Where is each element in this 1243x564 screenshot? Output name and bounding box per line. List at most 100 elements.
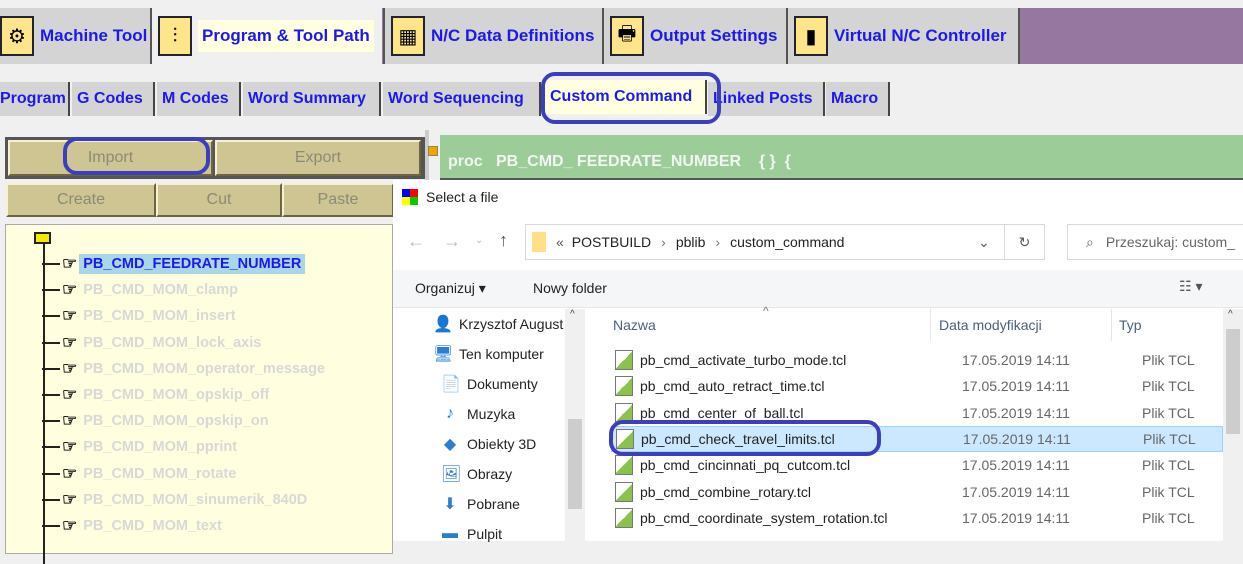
tree-item[interactable]: ☞ PB_CMD_MOM_sinumerik_840D: [42, 489, 307, 511]
sort-indicator: ^: [763, 304, 769, 318]
nav-item[interactable]: 📄 Dokumenty: [441, 371, 538, 397]
tree-item-label: PB_CMD_MOM_clamp: [83, 282, 238, 299]
file-row[interactable]: pb_cmd_auto_retract_time.tcl 17.05.2019 1…: [611, 373, 1223, 399]
nav-item[interactable]: ⬇ Pobrane: [441, 491, 520, 517]
cut-button[interactable]: Cut: [156, 183, 282, 217]
subtab-word-sequencing[interactable]: Word Sequencing: [383, 82, 541, 116]
tree-item[interactable]: ☞ PB_CMD_MOM_lock_axis: [42, 332, 261, 354]
recent-dropdown[interactable]: ⌄: [475, 235, 483, 246]
annotation-custom-command: [541, 72, 721, 124]
file-row[interactable]: pb_cmd_coordinate_system_rotation.tcl 17.…: [611, 505, 1223, 531]
file-scrollbar[interactable]: ^: [1223, 309, 1243, 541]
new-folder-button[interactable]: Nowy folder: [533, 280, 607, 296]
column-name[interactable]: Nazwa: [613, 317, 656, 333]
tree-item-label: PB_CMD_MOM_opskip_on: [83, 413, 269, 430]
nav-item[interactable]: ◆ Obiekty 3D: [441, 431, 536, 457]
nav-scrollbar[interactable]: ^: [565, 309, 585, 541]
3d-objects-icon: ◆: [443, 436, 457, 453]
subtab-g-codes[interactable]: G Codes: [72, 82, 155, 116]
tcl-file-icon: [615, 376, 633, 397]
tree-item[interactable]: ☞ PB_CMD_MOM_opskip_off: [42, 384, 269, 406]
subtab-macro[interactable]: Macro: [826, 82, 890, 116]
tab-machine-tool[interactable]: ⚙ Machine Tool: [0, 8, 152, 64]
pointing-hand-icon: ☞: [62, 306, 78, 326]
nc-data-icon: ▦: [391, 16, 425, 56]
tab-nc-data-definitions[interactable]: ▦ N/C Data Definitions: [383, 8, 604, 64]
up-button[interactable]: ↑: [499, 230, 508, 251]
tree-item[interactable]: ☞ PB_CMD_MOM_operator_message: [42, 358, 325, 380]
export-button[interactable]: Export: [215, 140, 421, 176]
column-type[interactable]: Typ: [1119, 317, 1142, 333]
nav-item[interactable]: 🖥 Ten komputer: [433, 341, 544, 367]
tree-item-label: PB_CMD_MOM_text: [83, 518, 222, 534]
tree-connector: [42, 472, 60, 475]
tree-connector: [42, 315, 60, 318]
paste-button[interactable]: Paste: [282, 183, 394, 217]
search-input[interactable]: ⌕ Przeszukaj: custom_: [1067, 224, 1243, 260]
nav-item[interactable]: 👤 Krzysztof August: [433, 311, 563, 337]
path-postbuild[interactable]: POSTBUILD: [572, 234, 651, 250]
annotation-import: [63, 137, 210, 175]
tree-connector: [42, 498, 60, 501]
virtual-controller-icon: ▮: [794, 16, 828, 56]
pointing-hand-icon: ☞: [62, 332, 78, 352]
tree-connector: [42, 446, 60, 449]
chevron-down-icon[interactable]: ⌄: [978, 234, 990, 251]
dialog-title: Select a file: [426, 189, 499, 205]
tree-item[interactable]: ☞ PB_CMD_MOM_text: [42, 515, 222, 537]
pointing-hand-icon: ☞: [62, 411, 78, 431]
pointing-hand-icon: ☞: [62, 516, 78, 535]
tree-item[interactable]: ☞ PB_CMD_FEEDRATE_NUMBER: [42, 253, 306, 275]
tree-item-label: PB_CMD_MOM_operator_message: [83, 360, 325, 377]
organize-menu[interactable]: Organizuj ▾: [415, 280, 486, 297]
nav-item[interactable]: ♪ Muzyka: [441, 401, 515, 427]
subtab-word-summary[interactable]: Word Summary: [243, 82, 381, 116]
machine-tool-icon: ⚙: [0, 16, 34, 56]
file-row[interactable]: pb_cmd_cincinnati_pq_cutcom.tcl 17.05.201…: [611, 452, 1223, 478]
tree-item[interactable]: ☞ PB_CMD_MOM_rotate: [42, 463, 236, 485]
refresh-button[interactable]: ↻: [1004, 225, 1044, 259]
tab-program-tool-path[interactable]: ⫶ Program & Tool Path: [152, 6, 382, 66]
tree-item[interactable]: ☞ PB_CMD_MOM_insert: [42, 305, 236, 327]
tree-connector: [42, 263, 60, 265]
back-button[interactable]: ←: [407, 231, 425, 252]
tcl-file-icon: [615, 350, 633, 370]
column-date[interactable]: Data modyfikacji: [939, 317, 1042, 333]
file-row[interactable]: pb_cmd_combine_rotary.tcl 17.05.2019 14:1…: [611, 479, 1223, 505]
app-icon: [402, 189, 418, 205]
select-file-dialog: Select a file ← → ⌄ ↑ « POSTBUILD › pblib…: [393, 180, 1243, 542]
subtab-m-codes[interactable]: M Codes: [157, 82, 241, 116]
tree-item[interactable]: ☞ PB_CMD_MOM_pprint: [42, 436, 237, 458]
search-icon: ⌕: [1086, 233, 1094, 250]
command-tree[interactable]: ☞ PB_CMD_FEEDRATE_NUMBER ☞ PB_CMD_MOM_clamp…: [5, 224, 393, 564]
forward-button[interactable]: →: [443, 231, 461, 252]
tab-output-settings[interactable]: 🖶 Output Settings: [604, 8, 788, 64]
file-row[interactable]: pb_cmd_activate_turbo_mode.tcl 17.05.2019…: [611, 347, 1223, 373]
code-header: proc PB_CMD_ FEEDRATE_NUMBER { } {: [440, 135, 1243, 180]
create-button[interactable]: Create: [6, 183, 156, 217]
view-options-icon[interactable]: ☷ ▾: [1179, 278, 1202, 295]
tab-virtual-nc-controller[interactable]: ▮ Virtual N/C Controller: [788, 8, 1020, 64]
subtab-linked-posts[interactable]: Linked Posts: [708, 82, 825, 116]
tree-connector: [42, 420, 60, 423]
address-bar[interactable]: « POSTBUILD › pblib › custom_command ⌄ ↻: [525, 224, 1045, 260]
tree-item-label: PB_CMD_MOM_insert: [83, 308, 236, 325]
documents-icon: 📄: [441, 376, 461, 393]
program-tool-path-icon: ⫶: [158, 16, 192, 56]
path-pblib[interactable]: pblib: [676, 234, 706, 250]
pointing-hand-icon: ☞: [62, 463, 78, 483]
pointing-hand-icon: ☞: [62, 385, 78, 404]
tree-item-label: PB_CMD_MOM_lock_axis: [83, 334, 262, 351]
subtab-program[interactable]: Program: [0, 82, 70, 116]
path-custom-command[interactable]: custom_command: [730, 234, 844, 250]
pictures-icon: 🖼: [441, 466, 462, 483]
tcl-file-icon: [615, 481, 633, 502]
nav-item[interactable]: ▬ Pulpit: [441, 521, 502, 547]
pointing-hand-icon: ☞: [62, 254, 78, 273]
pointing-hand-icon: ☞: [62, 280, 78, 300]
computer-icon: 🖥: [433, 346, 454, 363]
tree-item[interactable]: ☞ PB_CMD_MOM_clamp: [42, 279, 238, 301]
tree-item[interactable]: ☞ PB_CMD_MOM_opskip_on: [42, 410, 269, 432]
nav-item[interactable]: 🖼 Obrazy: [441, 461, 512, 487]
tree-connector: [42, 341, 60, 344]
